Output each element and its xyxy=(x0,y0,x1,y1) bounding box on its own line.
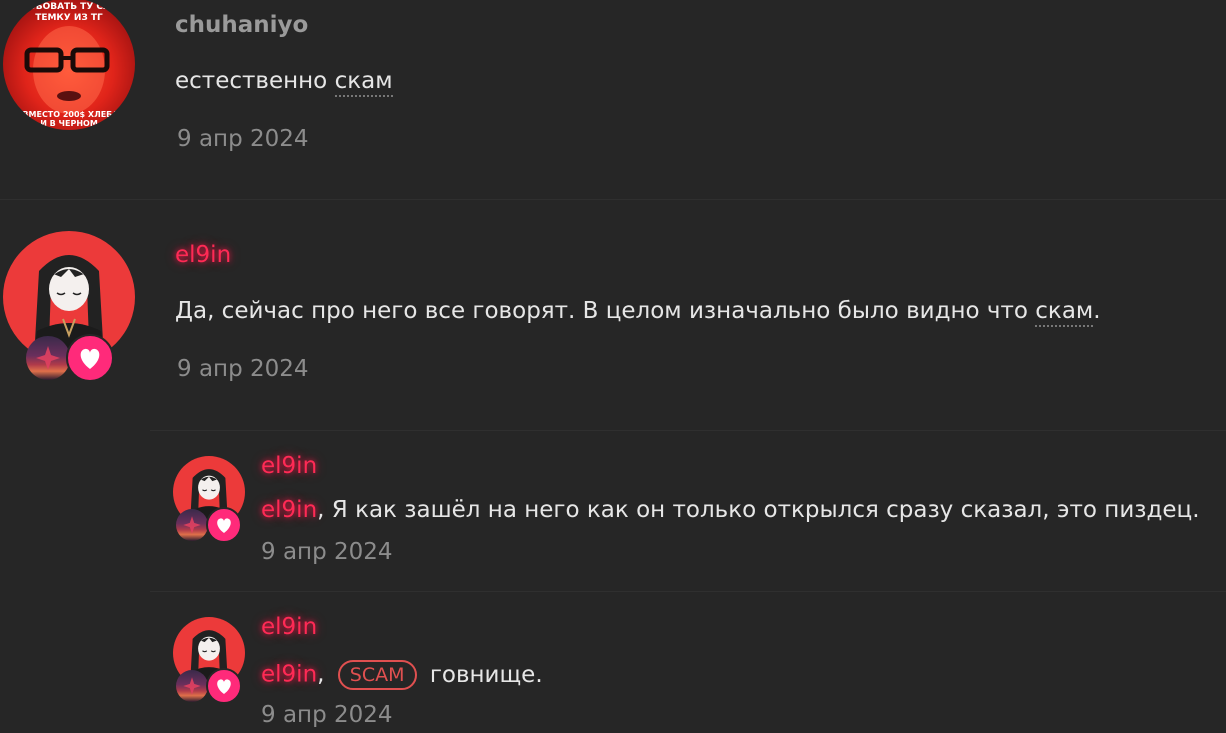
svg-text:ОБОВАТЬ ТУ СХ: ОБОВАТЬ ТУ СХ xyxy=(28,2,110,12)
comment-author[interactable]: chuhaniyo xyxy=(175,12,308,38)
comment-author[interactable]: el9in xyxy=(175,242,231,268)
svg-text:О ВМЕСТО 200$ ХЛЕБАН: О ВМЕСТО 200$ ХЛЕБАН xyxy=(13,110,125,119)
user-mention[interactable]: el9in xyxy=(261,662,317,688)
comment-text: Да, сейчас про него все говорят. В целом… xyxy=(175,298,1101,327)
tooltip-term[interactable]: скам xyxy=(334,68,393,97)
comment-text: естественно скам xyxy=(175,68,393,97)
user-badges xyxy=(176,507,242,543)
sparkle-icon[interactable] xyxy=(176,670,208,702)
user-mention[interactable]: el9in xyxy=(261,497,317,523)
comment-el9in: el9in Да, сейчас про него все говорят. В… xyxy=(0,200,1226,430)
heart-icon[interactable] xyxy=(206,507,242,543)
scam-tag[interactable]: SCAM xyxy=(337,660,417,690)
comment-text-body: говнище. xyxy=(429,661,543,688)
comment-text: el9in, Я как зашёл на него как он только… xyxy=(261,497,1200,523)
comment-date[interactable]: 9 апр 2024 xyxy=(261,702,393,728)
tooltip-term[interactable]: скам xyxy=(1035,298,1094,327)
comment-text-body: Да, сейчас про него все говорят. В целом… xyxy=(175,298,1028,324)
comment-author[interactable]: el9in xyxy=(261,453,317,479)
sparkle-icon[interactable] xyxy=(26,336,70,380)
comment-date[interactable]: 9 апр 2024 xyxy=(177,356,309,382)
reply-el9in: el9in el9in, SCAM говнище. 9 апр 2024 xyxy=(0,592,1226,733)
comment-text-body: , Я как зашёл на него как он только откр… xyxy=(317,497,1200,523)
sparkle-icon[interactable] xyxy=(176,509,208,541)
meme-face-image: ОБОВАТЬ ТУ СХ ТЕМКУ ИЗ ТГ О ВМЕСТО 200$ … xyxy=(13,2,125,128)
user-badges xyxy=(26,334,114,384)
user-badges xyxy=(176,668,242,704)
comment-date[interactable]: 9 апр 2024 xyxy=(177,126,309,152)
heart-icon[interactable] xyxy=(206,668,242,704)
heart-icon[interactable] xyxy=(66,334,114,382)
reply-el9in: el9in el9in, Я как зашёл на него как он … xyxy=(0,431,1226,591)
avatar-chuhaniyo[interactable]: ОБОВАТЬ ТУ СХ ТЕМКУ ИЗ ТГ О ВМЕСТО 200$ … xyxy=(3,0,135,130)
comment-text: el9in, SCAM говнище. xyxy=(261,660,543,690)
comment-chuhaniyo: ОБОВАТЬ ТУ СХ ТЕМКУ ИЗ ТГ О ВМЕСТО 200$ … xyxy=(0,0,1226,200)
svg-text:ТЕМКУ ИЗ ТГ: ТЕМКУ ИЗ ТГ xyxy=(35,13,103,23)
svg-text:И В ЧЕРНОМ: И В ЧЕРНОМ xyxy=(40,119,98,128)
comment-date[interactable]: 9 апр 2024 xyxy=(261,539,393,565)
comment-text-body: естественно xyxy=(175,68,328,94)
comment-author[interactable]: el9in xyxy=(261,614,317,640)
